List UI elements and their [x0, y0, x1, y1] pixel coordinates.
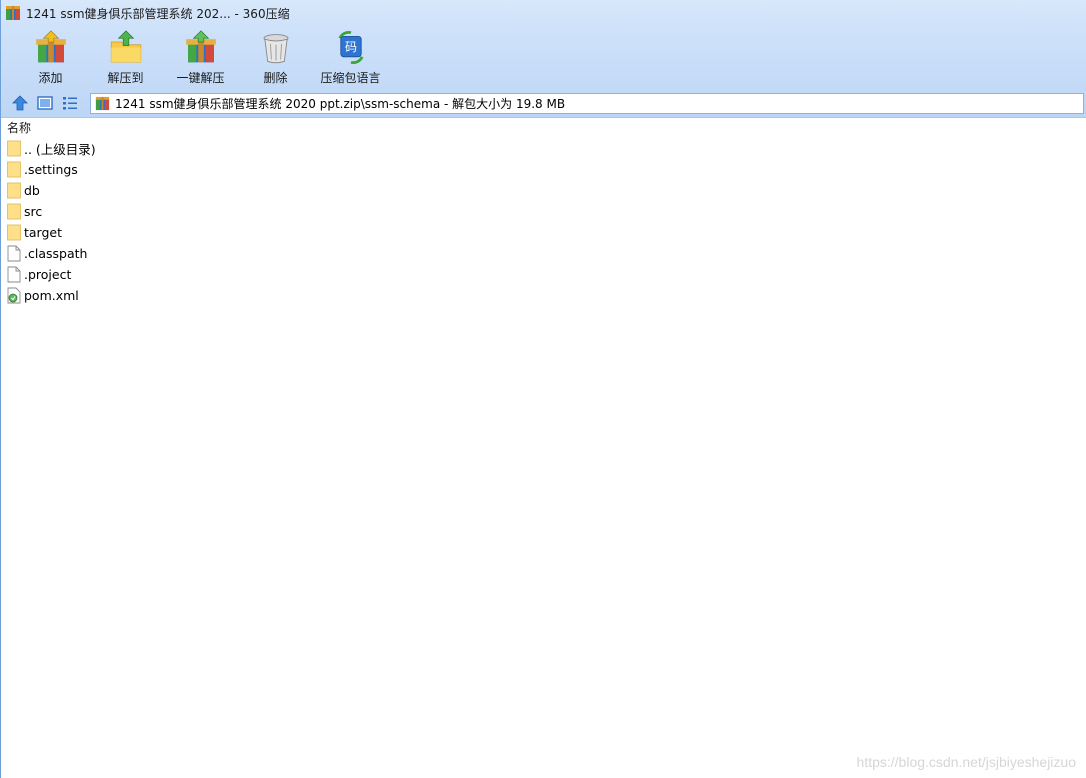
add-button-label: 添加 [38, 71, 63, 85]
app-window: 1241 ssm健身俱乐部管理系统 202... - 360压缩 添加 解压到 [0, 0, 1086, 778]
address-path: 1241 ssm健身俱乐部管理系统 2020 ppt.zip\ssm-schem… [115, 96, 566, 111]
archive-language-button-label: 压缩包语言 [320, 71, 381, 85]
address-bar[interactable]: 1241 ssm健身俱乐部管理系统 2020 ppt.zip\ssm-schem… [90, 92, 1084, 114]
list-view-icon [63, 97, 77, 110]
column-header-name[interactable]: 名称 [7, 119, 31, 136]
watermark: https://blog.csdn.net/jsjbiyeshejizuo [856, 754, 1076, 770]
list-item-name: pom.xml [24, 288, 79, 303]
up-arrow-icon [12, 95, 28, 111]
one-click-extract-button-label: 一键解压 [176, 71, 225, 85]
toolbar: 添加 解压到 一键解压 删除 码 压缩包语言 [1, 26, 1086, 89]
folder-icon [7, 182, 21, 199]
delete-button[interactable]: 删除 [238, 26, 313, 86]
delete-button-label: 删除 [263, 71, 288, 85]
list-item-settings[interactable]: .settings [1, 159, 1086, 180]
address-row: 1241 ssm健身俱乐部管理系统 2020 ppt.zip\ssm-schem… [1, 89, 1086, 118]
archive-language-icon-text: 码 [344, 40, 356, 54]
list-item-name: src [24, 204, 43, 219]
one-click-extract-button[interactable]: 一键解压 [163, 26, 238, 86]
list-item-name: target [24, 225, 63, 240]
add-button[interactable]: 添加 [13, 26, 88, 86]
archive-language-icon: 码 [338, 30, 363, 65]
folder-icon [7, 203, 21, 220]
list-item-src[interactable]: src [1, 201, 1086, 222]
xml-file-icon [7, 287, 21, 304]
list-item-name: .project [24, 267, 72, 282]
list-view-button[interactable] [59, 92, 81, 114]
folder-icon [7, 161, 21, 178]
folder-icon [7, 224, 21, 241]
extract-to-button-label: 解压到 [107, 71, 144, 85]
list-item-project[interactable]: .project [1, 264, 1086, 285]
list-item-target[interactable]: target [1, 222, 1086, 243]
list-item-parent-dir[interactable]: .. (上级目录) [1, 138, 1086, 159]
file-list: .. (上级目录) .settings db src target .class… [1, 137, 1086, 306]
thumbnail-view-icon [37, 96, 53, 110]
title-bar[interactable]: 1241 ssm健身俱乐部管理系统 202... - 360压缩 [1, 0, 1086, 26]
list-item-pom-xml[interactable]: pom.xml [1, 285, 1086, 306]
thumbnail-view-button[interactable] [34, 92, 56, 114]
archive-language-button[interactable]: 码 压缩包语言 [313, 26, 388, 86]
file-icon [7, 245, 21, 262]
list-item-name: db [24, 183, 40, 198]
up-button[interactable] [9, 92, 31, 114]
one-click-extract-icon [185, 30, 216, 63]
list-item-name: .classpath [24, 246, 88, 261]
trash-icon [263, 34, 288, 64]
list-item-name: .. (上级目录) [24, 142, 96, 157]
extract-to-button[interactable]: 解压到 [88, 26, 163, 86]
add-archive-icon [35, 30, 66, 63]
archive-icon [95, 96, 110, 110]
file-icon [7, 266, 21, 283]
archive-icon [6, 6, 20, 20]
list-item-classpath[interactable]: .classpath [1, 243, 1086, 264]
list-item-name: .settings [24, 162, 78, 177]
folder-icon [7, 140, 21, 157]
column-header-row: 名称 [1, 118, 1086, 137]
window-title: 1241 ssm健身俱乐部管理系统 202... - 360压缩 [26, 6, 290, 21]
list-item-db[interactable]: db [1, 180, 1086, 201]
extract-to-icon [110, 30, 141, 63]
